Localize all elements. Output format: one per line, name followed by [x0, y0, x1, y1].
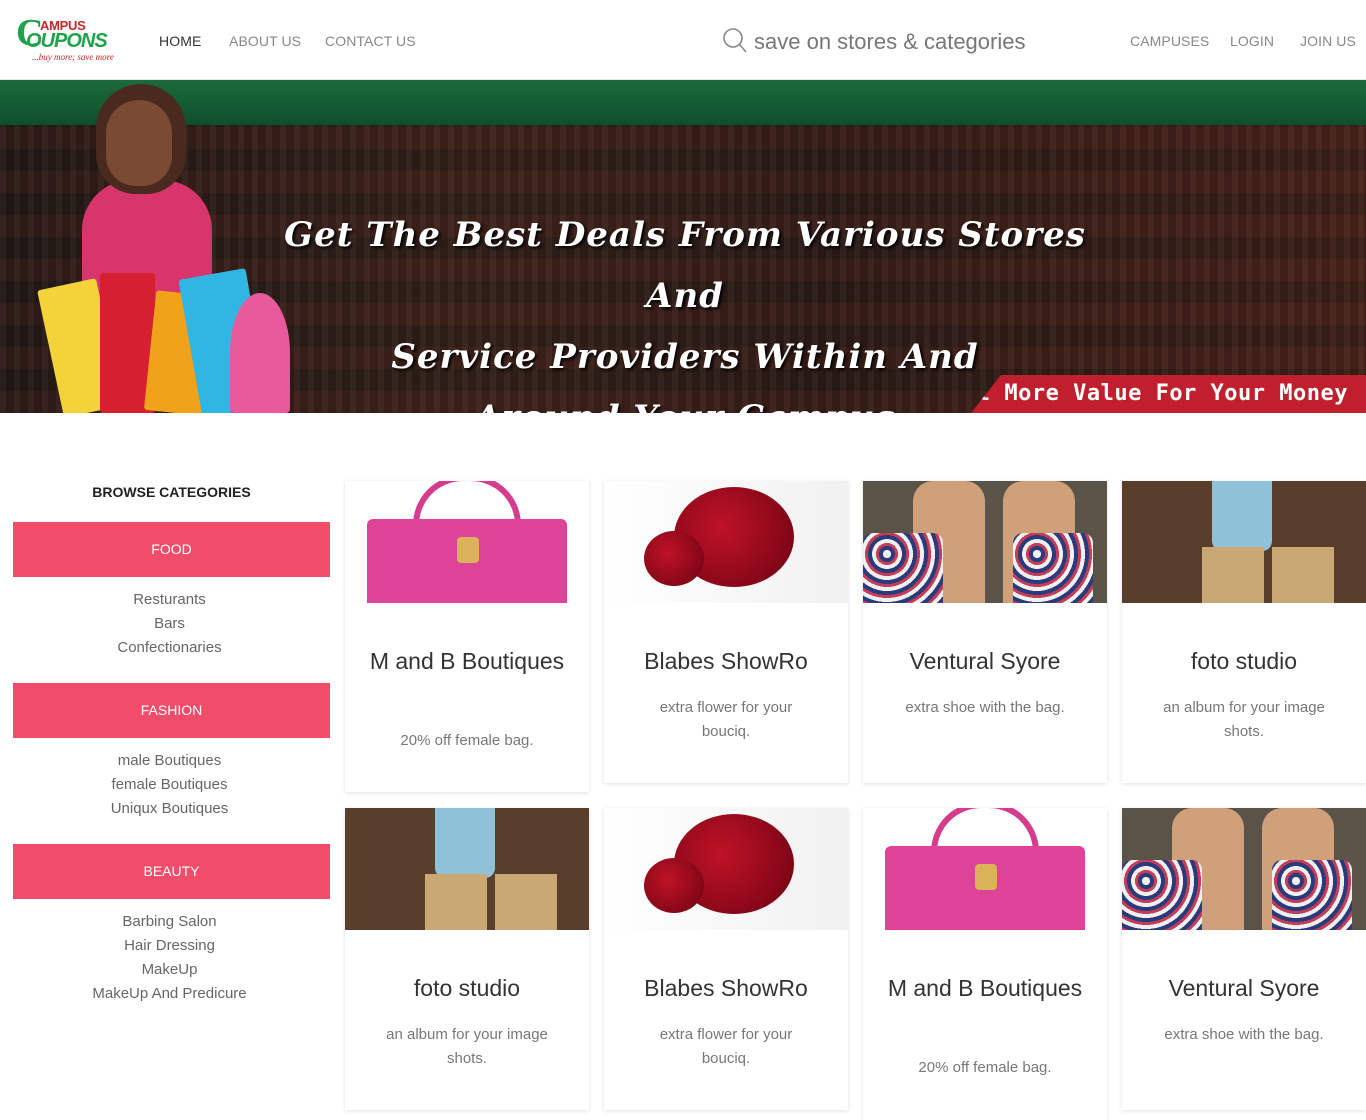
nav-join-us[interactable]: JOIN US	[1300, 33, 1356, 49]
campus-coupons-logo[interactable]: C AMPUS OUPONS ...buy more; save more	[16, 14, 128, 62]
nav-contact-us[interactable]: CONTACT US	[325, 33, 416, 49]
shopper-face	[106, 100, 172, 186]
nav-login[interactable]: LOGIN	[1230, 33, 1274, 49]
deal-title: Blabes ShowRo	[644, 648, 808, 674]
deal-title: Blabes ShowRo	[644, 975, 808, 1001]
sidebar-item-makeup[interactable]: MakeUp	[13, 961, 326, 978]
nav-about-us[interactable]: ABOUT US	[229, 33, 301, 49]
sidebar-item-male-boutiques[interactable]: male Boutiques	[13, 752, 326, 769]
red-rose-image	[604, 808, 848, 930]
search-icon[interactable]	[722, 27, 748, 55]
deal-title: Ventural Syore	[1168, 975, 1320, 1001]
red-rose-image	[604, 481, 848, 603]
hero-green-band	[0, 80, 1366, 125]
logo-line-2: OUPONS	[26, 30, 108, 52]
sidebar-title: BROWSE CATEGORIES	[92, 484, 251, 500]
deal-title: foto studio	[1190, 648, 1298, 674]
hero-value-ribbon: Get More Value For Your Money	[971, 375, 1366, 413]
hero-tagline: Get The Best Deals From Various Stores A…	[270, 205, 1100, 413]
deal-description: extra shoe with the bag.	[1164, 1026, 1324, 1043]
sidebar-item-uniqux-boutiques[interactable]: Uniqux Boutiques	[13, 800, 326, 817]
hero-ribbon-text: Get More Value For Your Money	[949, 381, 1348, 406]
category-beauty-button[interactable]: BEAUTY	[13, 844, 330, 899]
deal-card[interactable]: Ventural Syore extra shoe with the bag.	[863, 481, 1107, 783]
deal-description: 20% off female bag.	[918, 1059, 1052, 1076]
sidebar-item-makeup-and-predicure[interactable]: MakeUp And Predicure	[13, 985, 326, 1002]
deal-description: an album for your image shots.	[386, 1026, 548, 1067]
hero-tagline-line-1: Get The Best Deals From Various Stores A…	[284, 215, 1086, 316]
deal-card[interactable]: foto studio an album for your image shot…	[345, 808, 589, 1110]
deal-card[interactable]: M and B Boutiques 20% off female bag.	[345, 481, 589, 792]
sidebar-item-resturants[interactable]: Resturants	[13, 591, 326, 608]
sidebar-item-hair-dressing[interactable]: Hair Dressing	[13, 937, 326, 954]
sidebar-item-bars[interactable]: Bars	[13, 615, 326, 632]
fashion-model-image	[1122, 481, 1366, 603]
search-bar	[720, 24, 1080, 60]
floral-heels-image	[1122, 808, 1366, 930]
deal-description: extra shoe with the bag.	[905, 699, 1065, 716]
deal-description: extra flower for your bouciq.	[659, 1026, 793, 1067]
search-input[interactable]	[754, 24, 1074, 60]
deal-title: foto studio	[413, 975, 521, 1001]
floral-heels-image	[863, 481, 1107, 603]
deal-card[interactable]: M and B Boutiques 20% off female bag.	[863, 808, 1107, 1120]
deal-title: M and B Boutiques	[887, 975, 1083, 1001]
nav-campuses[interactable]: CAMPUSES	[1130, 33, 1209, 49]
deal-description: an album for your image shots.	[1163, 699, 1325, 740]
deal-card[interactable]: foto studio an album for your image shot…	[1122, 481, 1366, 783]
deal-title: Ventural Syore	[909, 648, 1061, 674]
sidebar-item-barbing-salon[interactable]: Barbing Salon	[13, 913, 326, 930]
deal-card[interactable]: Blabes ShowRo extra flower for your bouc…	[604, 808, 848, 1110]
deal-card[interactable]: Ventural Syore extra shoe with the bag.	[1122, 808, 1366, 1110]
sidebar-item-confectionaries[interactable]: Confectionaries	[13, 639, 326, 656]
category-food-button[interactable]: FOOD	[13, 522, 330, 577]
deal-description: 20% off female bag.	[400, 732, 534, 749]
deal-card[interactable]: Blabes ShowRo extra flower for your bouc…	[604, 481, 848, 783]
logo-tagline: ...buy more; save more	[32, 52, 114, 62]
nav-home[interactable]: HOME	[159, 33, 201, 49]
sidebar-item-female-boutiques[interactable]: female Boutiques	[13, 776, 326, 793]
pink-handbag-image	[345, 481, 589, 603]
category-fashion-button[interactable]: FASHION	[13, 683, 330, 738]
deal-title: M and B Boutiques	[369, 648, 565, 674]
deal-description: extra flower for your bouciq.	[659, 699, 793, 740]
hero-tagline-line-2: Service Providers Within And	[391, 337, 979, 377]
fashion-model-image	[345, 808, 589, 930]
hero-banner[interactable]: Get The Best Deals From Various Stores A…	[0, 80, 1366, 413]
pink-handbag-image	[863, 808, 1107, 930]
top-navbar: C AMPUS OUPONS ...buy more; save more HO…	[0, 0, 1366, 80]
